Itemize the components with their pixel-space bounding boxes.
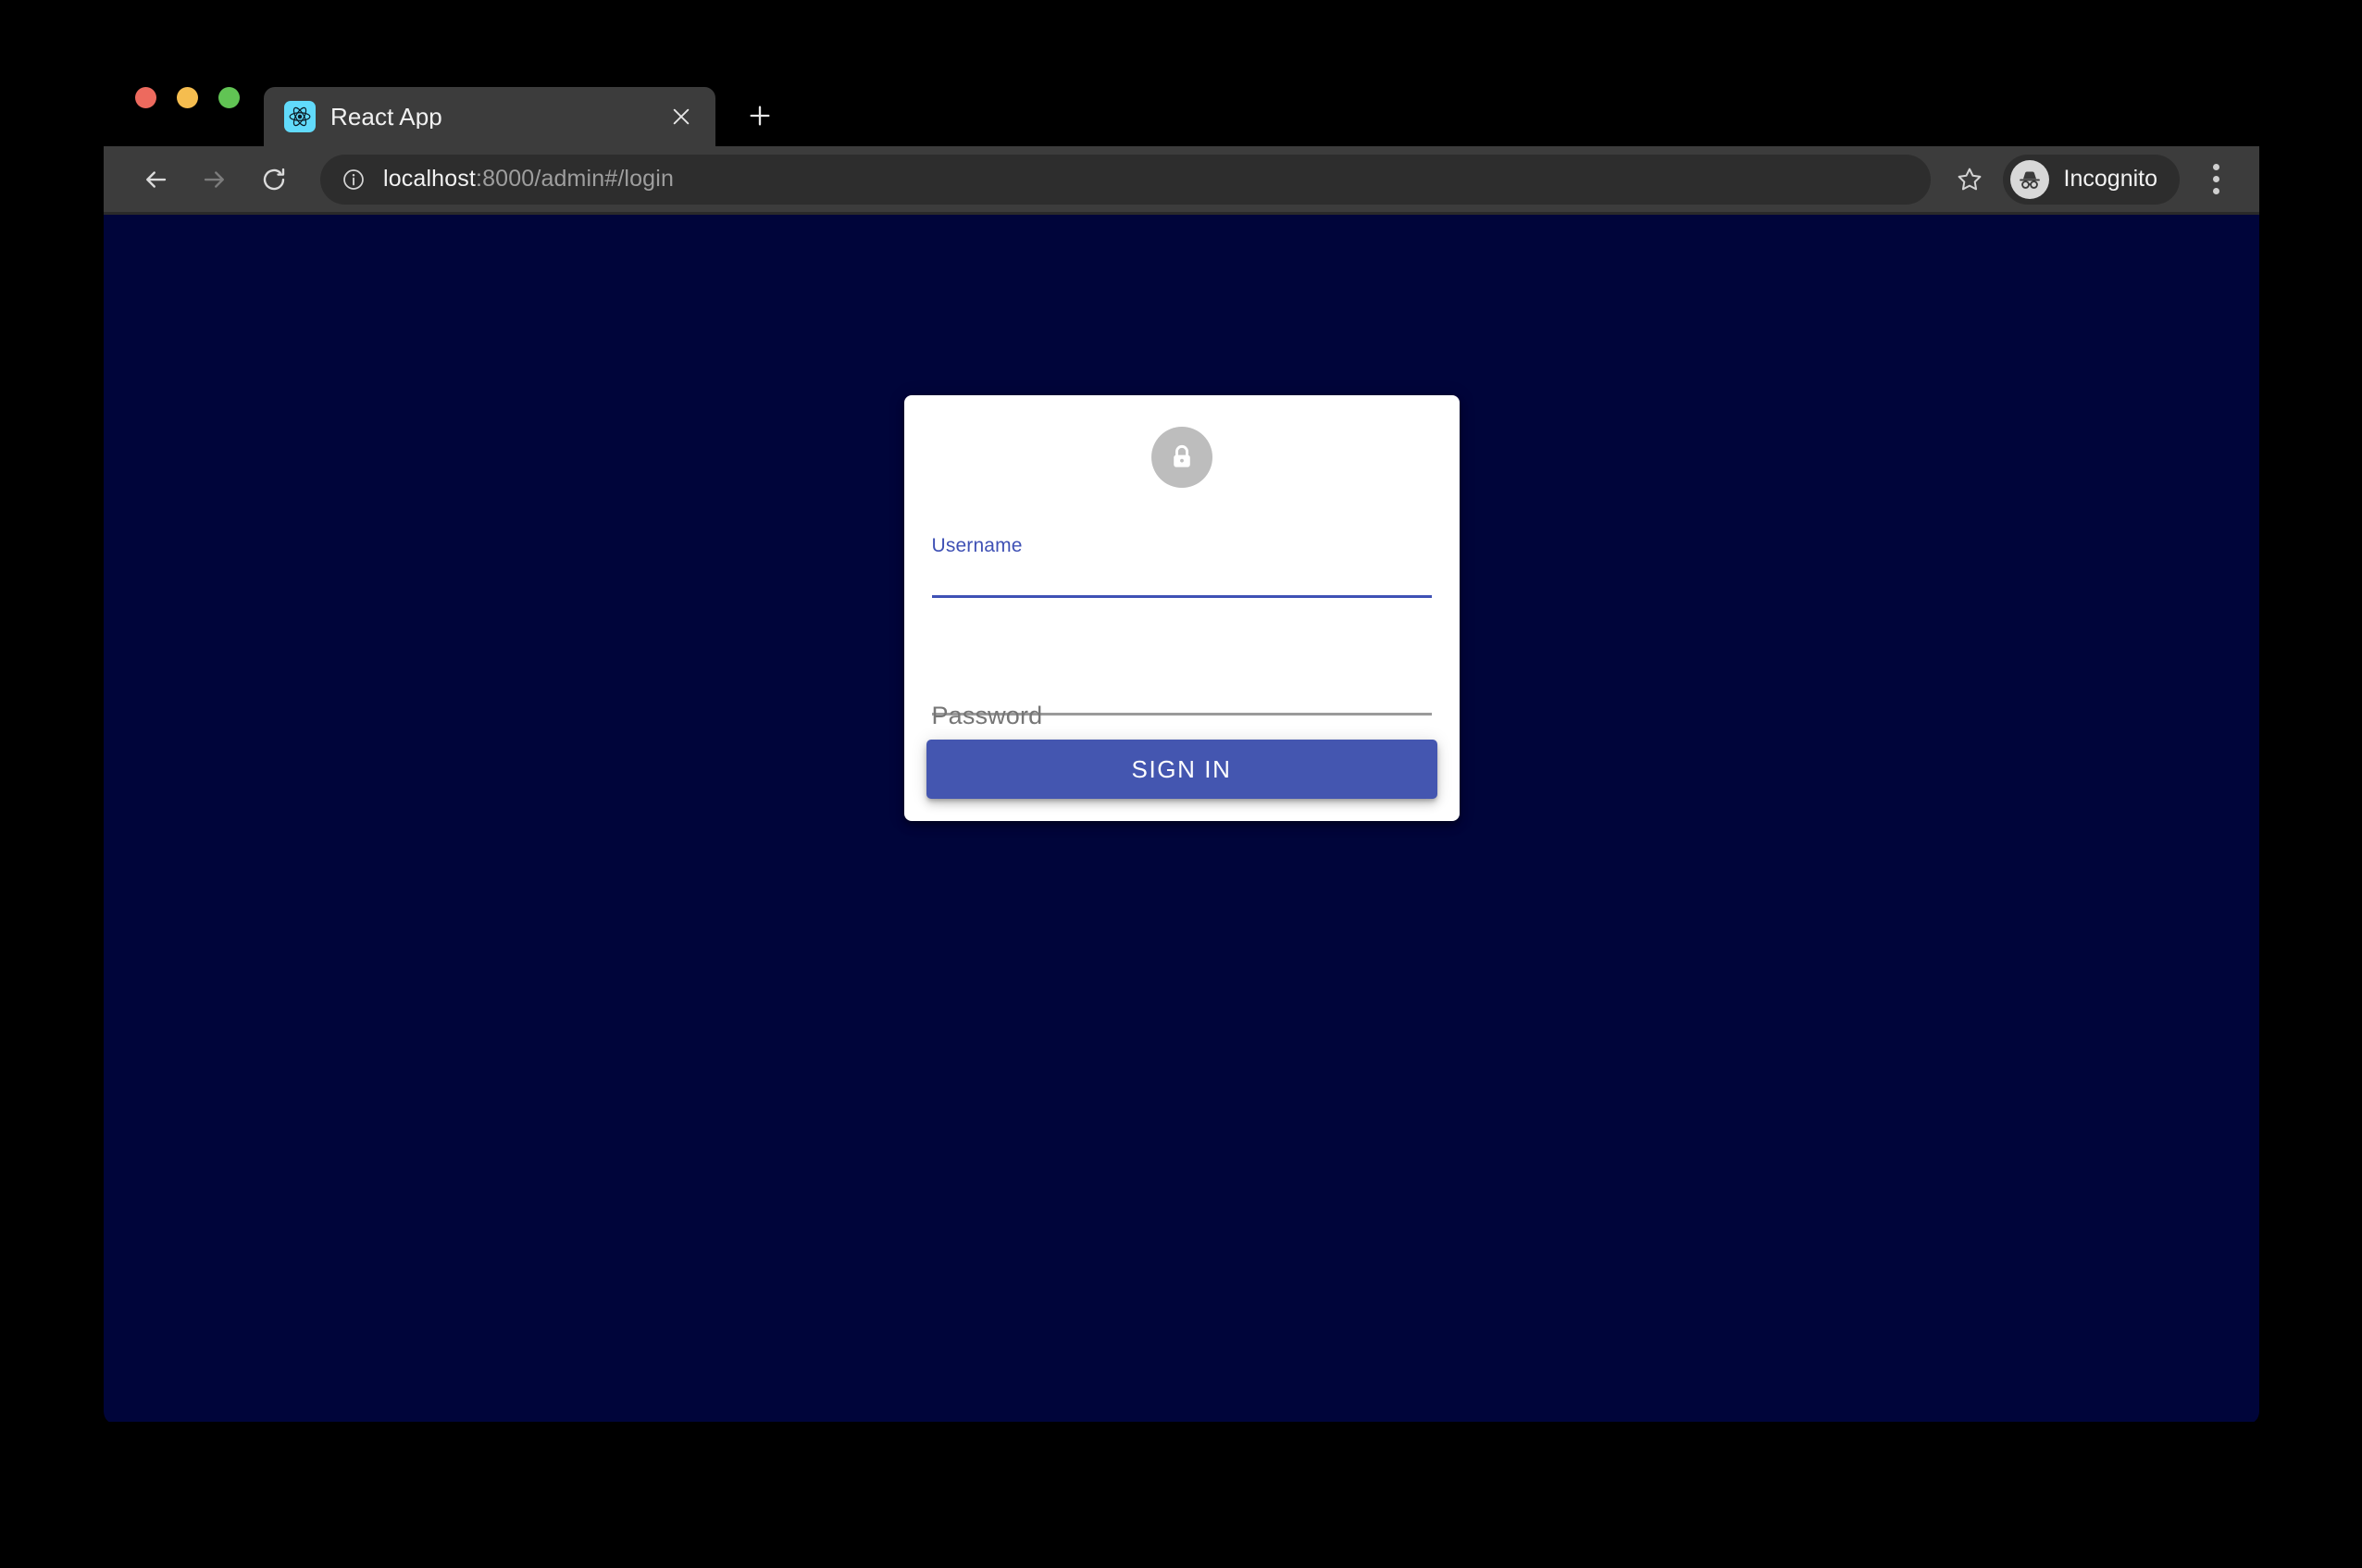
lock-icon xyxy=(1150,427,1212,488)
browser-window: React App localhost:8000/admin#/login In… xyxy=(104,68,2259,1425)
maximize-window-button[interactable] xyxy=(218,86,240,108)
plus-icon[interactable] xyxy=(732,88,788,143)
reload-icon[interactable] xyxy=(244,150,304,209)
sign-in-button[interactable]: Sign In xyxy=(926,740,1437,799)
arrow-left-icon[interactable] xyxy=(126,150,185,209)
username-label: Username xyxy=(931,535,1023,556)
url-host: localhost xyxy=(383,166,477,192)
close-window-button[interactable] xyxy=(135,86,156,108)
arrow-right-icon[interactable] xyxy=(185,150,244,209)
browser-tab[interactable]: React App xyxy=(264,87,715,146)
login-card-header xyxy=(904,395,1460,493)
window-controls xyxy=(128,68,264,146)
incognito-icon xyxy=(2009,159,2049,199)
browser-toolbar: localhost:8000/admin#/login Incognito xyxy=(104,146,2259,215)
username-field-group: Username xyxy=(931,521,1432,598)
kebab-menu-icon[interactable] xyxy=(2193,154,2239,205)
info-circle-icon[interactable] xyxy=(341,167,367,193)
tab-strip: React App xyxy=(104,68,2259,146)
tab-title: React App xyxy=(330,105,442,129)
menu-dot xyxy=(2212,176,2219,182)
username-underline xyxy=(931,595,1432,598)
address-bar[interactable]: localhost:8000/admin#/login xyxy=(320,154,1931,205)
page-viewport: Username Password Sign In xyxy=(104,215,2259,1422)
login-form: Username Password xyxy=(904,493,1460,728)
close-icon[interactable] xyxy=(664,99,699,134)
login-card-footer: Sign In xyxy=(904,716,1460,821)
password-label: Password xyxy=(931,702,1043,729)
menu-dot xyxy=(2212,188,2219,194)
password-field-group: Password xyxy=(931,639,1432,728)
star-icon[interactable] xyxy=(1944,154,1995,205)
address-bar-url: localhost:8000/admin#/login xyxy=(383,166,674,193)
profile-indicator[interactable]: Incognito xyxy=(2002,154,2180,205)
menu-dot xyxy=(2212,164,2219,170)
url-path: :8000/admin#/login xyxy=(476,166,674,192)
login-card: Username Password Sign In xyxy=(903,395,1460,821)
profile-label: Incognito xyxy=(2063,166,2157,192)
react-logo-icon xyxy=(284,101,316,132)
minimize-window-button[interactable] xyxy=(177,86,198,108)
